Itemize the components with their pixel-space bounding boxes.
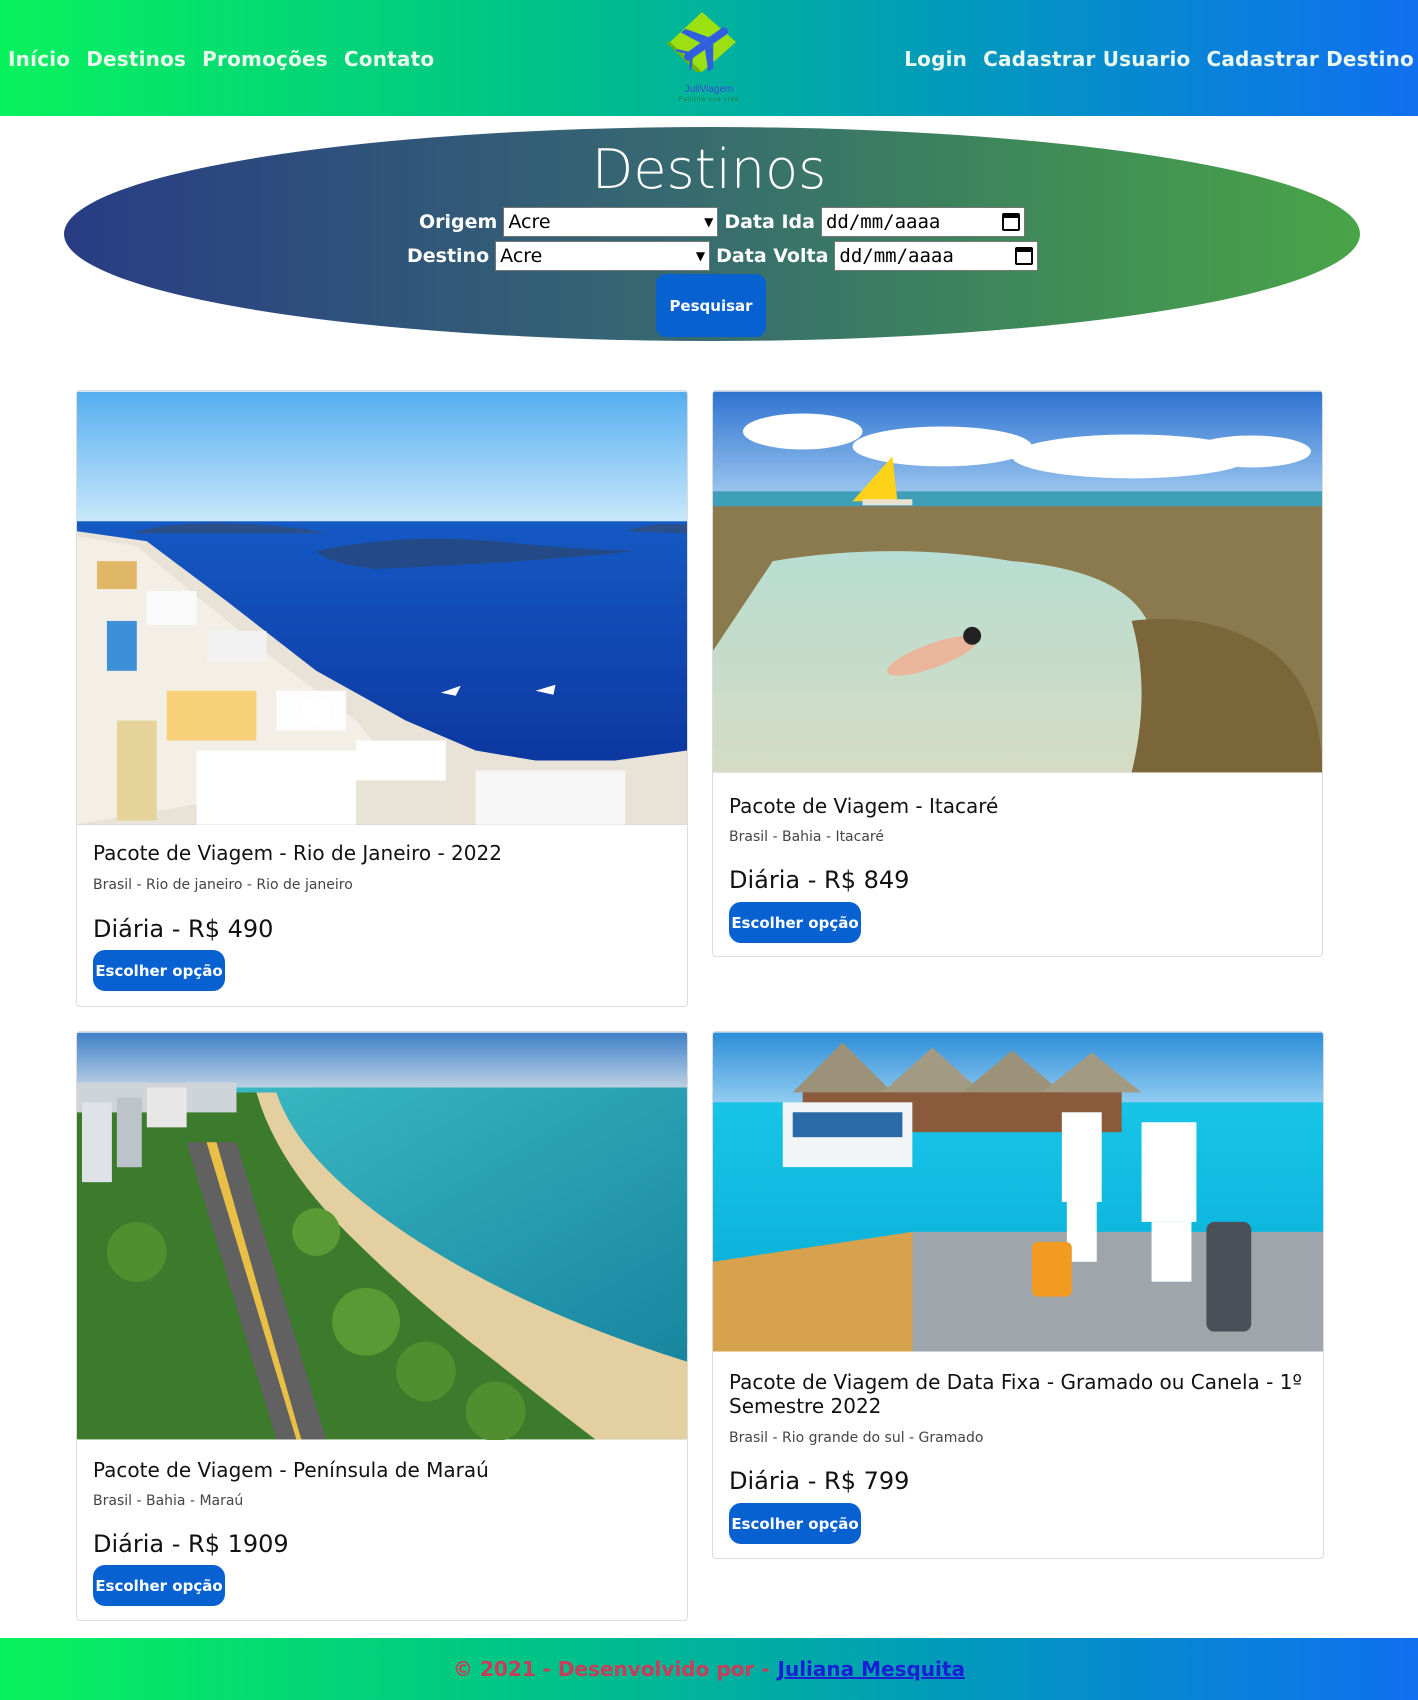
package-card-itacare: Pacote de Viagem - Itacaré Brasil - Bahi… xyxy=(712,390,1323,957)
origem-select-value: Acre xyxy=(508,211,551,233)
package-card-gramado: Pacote de Viagem de Data Fixa - Gramado … xyxy=(712,1031,1324,1559)
chevron-down-icon: ▼ xyxy=(704,215,714,229)
logo-tagline: Facilita sua vida xyxy=(678,97,740,103)
destino-select[interactable]: Acre ▼ xyxy=(495,241,711,271)
nav-right: Login Cadastrar Usuario Cadastrar Destin… xyxy=(904,47,1414,71)
package-card-rio: Pacote de Viagem - Rio de Janeiro - 2022… xyxy=(76,390,688,1007)
search-row-destino: Destino Acre ▼ Data Volta dd/mm/aaaa xyxy=(407,241,1039,271)
card-price: Diária - R$ 849 xyxy=(729,866,910,894)
search-row-origem: Origem Acre ▼ Data Ida dd/mm/aaaa xyxy=(419,207,1025,237)
data-ida-label: Data Ida xyxy=(724,211,815,233)
data-volta-value: dd/mm/aaaa xyxy=(839,245,954,267)
destino-select-value: Acre xyxy=(500,245,543,267)
logo[interactable]: JuliViagem Facilita sua vida xyxy=(664,12,754,106)
calendar-icon[interactable] xyxy=(1015,247,1034,265)
card-title-line1: Pacote de Viagem de Data Fixa - Gramado … xyxy=(729,1370,1302,1394)
nav-promocoes[interactable]: Promoções xyxy=(202,47,328,71)
card-title: Pacote de Viagem - Itacaré xyxy=(729,794,999,818)
search-title: Destinos xyxy=(591,138,827,201)
logo-name: JuliViagem xyxy=(684,84,734,95)
package-card-marau: Pacote de Viagem - Península de Maraú Br… xyxy=(76,1031,688,1621)
nav-contato[interactable]: Contato xyxy=(344,47,434,71)
nav-cadastrar-usuario[interactable]: Cadastrar Usuario xyxy=(983,47,1190,71)
header: Início Destinos Promoções Contato JuliVi… xyxy=(0,0,1418,116)
data-volta-label: Data Volta xyxy=(716,245,829,267)
footer-text: © 2021 - Desenvolvido por - xyxy=(453,1657,770,1681)
logo-airplane-icon xyxy=(666,12,736,72)
card-title: Pacote de Viagem - Península de Maraú xyxy=(93,1458,489,1482)
card-subtitle: Brasil - Rio de janeiro - Rio de janeiro xyxy=(93,877,353,893)
nav-login[interactable]: Login xyxy=(904,47,967,71)
data-volta-input[interactable]: dd/mm/aaaa xyxy=(834,241,1039,271)
footer-author-link[interactable]: Juliana Mesquita xyxy=(778,1657,965,1681)
choose-option-button[interactable]: Escolher opção xyxy=(729,902,861,943)
destino-label: Destino xyxy=(407,245,490,267)
card-price: Diária - R$ 490 xyxy=(93,915,274,943)
card-price: Diária - R$ 1909 xyxy=(93,1530,289,1558)
card-subtitle: Brasil - Rio grande do sul - Gramado xyxy=(729,1430,984,1446)
data-ida-value: dd/mm/aaaa xyxy=(825,211,941,233)
data-ida-input[interactable]: dd/mm/aaaa xyxy=(820,207,1025,237)
nav-left: Início Destinos Promoções Contato xyxy=(8,47,434,71)
choose-option-button[interactable]: Escolher opção xyxy=(93,1565,225,1606)
card-title: Pacote de Viagem - Rio de Janeiro - 2022 xyxy=(93,841,502,865)
nav-destinos[interactable]: Destinos xyxy=(86,47,186,71)
origem-select[interactable]: Acre ▼ xyxy=(503,207,719,237)
card-title-line2: Semestre 2022 xyxy=(729,1394,882,1418)
card-image-rio xyxy=(77,391,687,825)
card-price: Diária - R$ 799 xyxy=(729,1467,910,1495)
origem-label: Origem xyxy=(419,211,498,233)
chevron-down-icon: ▼ xyxy=(695,249,706,263)
card-image-gramado xyxy=(713,1032,1323,1352)
calendar-icon[interactable] xyxy=(1001,213,1020,231)
footer: © 2021 - Desenvolvido por - Juliana Mesq… xyxy=(0,1638,1418,1700)
card-image-marau xyxy=(77,1032,687,1440)
nav-inicio[interactable]: Início xyxy=(8,47,70,71)
card-image-itacare xyxy=(713,391,1322,773)
search-button[interactable]: Pesquisar xyxy=(656,274,766,337)
choose-option-button[interactable]: Escolher opção xyxy=(729,1503,861,1544)
nav-cadastrar-destino[interactable]: Cadastrar Destino xyxy=(1206,47,1414,71)
choose-option-button[interactable]: Escolher opção xyxy=(93,950,225,991)
card-subtitle: Brasil - Bahia - Maraú xyxy=(93,1493,244,1509)
card-subtitle: Brasil - Bahia - Itacaré xyxy=(729,829,884,845)
